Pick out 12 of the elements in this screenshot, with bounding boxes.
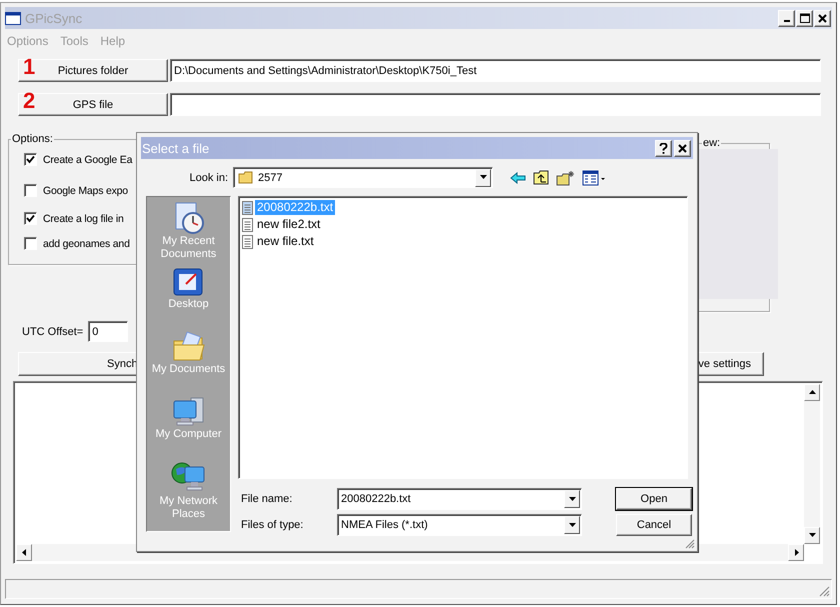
checkbox-label: Google Maps expo	[43, 184, 128, 196]
file-name-label: File name:	[240, 493, 294, 505]
window-title: GPicSync	[25, 10, 82, 26]
look-in-label: Look in:	[188, 172, 229, 184]
dialog-title: Select a file	[142, 140, 210, 156]
options-title: Options:	[11, 133, 54, 145]
utc-offset-label: UTC Offset=	[22, 326, 84, 338]
file-type-label: Files of type:	[240, 519, 304, 531]
preview-title: ew:	[702, 137, 722, 149]
checkbox-label: Create a log file in	[43, 212, 124, 224]
checkbox-label: Create a Google Ea	[43, 154, 132, 166]
checkbox-label: add geonames and	[43, 238, 130, 250]
